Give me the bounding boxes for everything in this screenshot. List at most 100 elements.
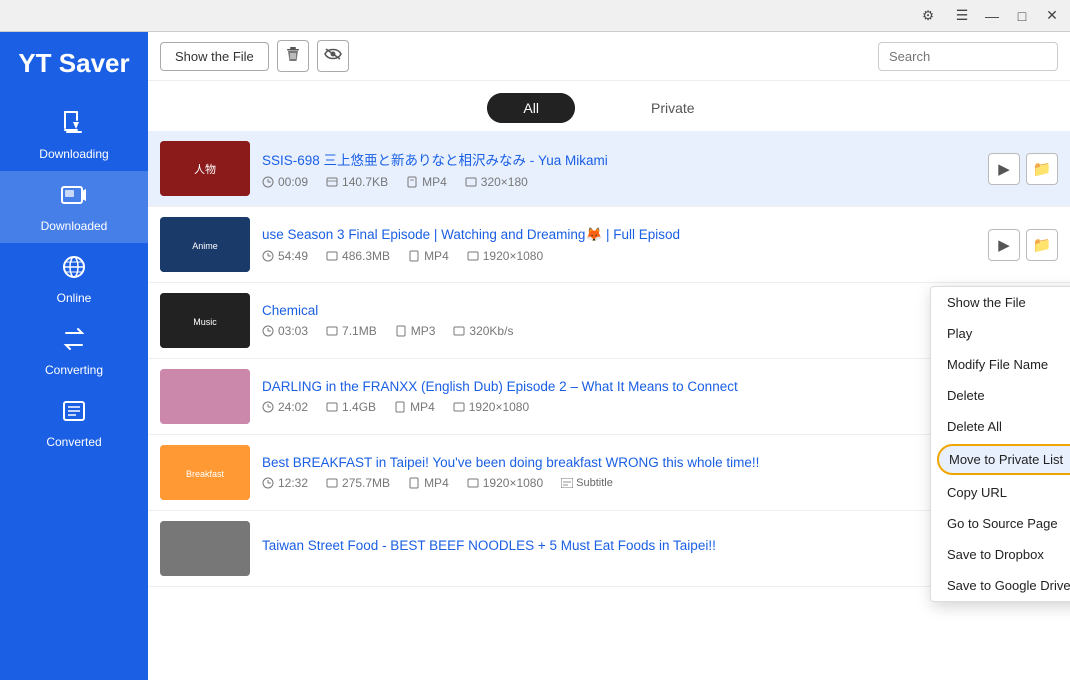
sidebar-item-converting-label: Converting [45,363,103,377]
sidebar-item-online[interactable]: Online [0,243,148,315]
svg-text:人物: 人物 [194,162,216,176]
title-bar-controls: ⚙ ☰ — □ ✕ [914,2,1066,30]
sidebar: YT Saver Downloading [0,32,148,680]
file-title-1: SSIS-698 三上悠亜と新ありなと相沢みなみ - Yua Mikami [262,149,976,169]
ctx-delete-all[interactable]: Delete All [931,411,1070,442]
search-input[interactable] [878,42,1058,71]
list-icon [60,397,88,431]
tab-group: All [487,93,575,123]
size-1: 140.7KB [326,175,388,189]
size-4: 1.4GB [326,400,376,414]
ctx-copy-url[interactable]: Copy URL [931,477,1070,508]
ctx-move-to-private[interactable]: Move to Private List › [937,444,1070,475]
duration-3: 03:03 [262,324,308,338]
file-meta-5: 12:32 275.7MB MP4 1920×1080 [262,476,976,490]
delete-button[interactable] [277,40,309,72]
ctx-save-gdrive[interactable]: Save to Google Drive [931,570,1070,601]
sidebar-item-online-label: Online [57,291,92,305]
resolution-5: 1920×1080 [467,476,543,490]
file-title-2: use Season 3 Final Episode | Watching an… [262,227,976,243]
content-area: Show the File [148,32,1070,680]
ctx-show-file[interactable]: Show the File [931,287,1070,318]
file-info-3: Chemical 03:03 7.1MB MP3 [262,303,976,338]
sidebar-item-downloading-label: Downloading [39,147,108,161]
file-thumbnail-4 [160,369,250,424]
close-icon: ✕ [1046,7,1058,24]
sidebar-item-converted[interactable]: Converted [0,387,148,459]
play-button-1[interactable]: ▶ [988,153,1020,185]
file-info-5: Best BREAKFAST in Taipei! You've been do… [262,455,976,490]
file-thumbnail-2: Anime [160,217,250,272]
file-title-5: Best BREAKFAST in Taipei! You've been do… [262,455,976,470]
download-icon [60,109,88,143]
resolution-4: 1920×1080 [453,400,529,414]
minimize-button[interactable]: — [978,2,1006,30]
format-1: MP4 [406,175,447,189]
file-info-1: SSIS-698 三上悠亜と新ありなと相沢みなみ - Yua Mikami 00… [262,149,976,189]
tab-all[interactable]: All [487,93,575,123]
file-title-3: Chemical [262,303,976,318]
file-thumbnail-1: 人物 [160,141,250,196]
toolbar: Show the File [148,32,1070,81]
duration-1: 00:09 [262,175,308,189]
size-5: 275.7MB [326,476,390,490]
sidebar-item-downloaded[interactable]: Downloaded [0,171,148,243]
file-item-2: Anime use Season 3 Final Episode | Watch… [148,207,1070,283]
sidebar-item-converting[interactable]: Converting [0,315,148,387]
file-item-1: 人物 SSIS-698 三上悠亜と新ありなと相沢みなみ - Yua Mikami… [148,131,1070,207]
ctx-modify-name[interactable]: Modify File Name [931,349,1070,380]
file-meta-1: 00:09 140.7KB MP4 320×180 [262,175,976,189]
show-file-button[interactable]: Show the File [160,42,269,71]
format-4: MP4 [394,400,435,414]
file-actions-1: ▶ 📁 [988,153,1058,185]
file-list: 人物 SSIS-698 三上悠亜と新ありなと相沢みなみ - Yua Mikami… [148,131,1070,680]
hamburger-button[interactable]: ☰ [948,2,976,30]
eye-icon [324,47,342,66]
close-button[interactable]: ✕ [1038,2,1066,30]
format-2: MP4 [408,249,449,263]
ctx-go-to-source[interactable]: Go to Source Page [931,508,1070,539]
tab-private[interactable]: Private [615,93,731,123]
eye-button[interactable] [317,40,349,72]
tabs-container: All Private [148,81,1070,131]
file-meta-4: 24:02 1.4GB MP4 1920×1080 [262,400,976,414]
duration-4: 24:02 [262,400,308,414]
convert-icon [60,325,88,359]
sidebar-item-downloading[interactable]: Downloading [0,99,148,171]
folder-button-2[interactable]: 📁 [1026,229,1058,261]
size-3: 7.1MB [326,324,377,338]
maximize-icon: □ [1018,8,1026,24]
svg-text:Breakfast: Breakfast [186,469,225,479]
maximize-button[interactable]: □ [1008,2,1036,30]
duration-5: 12:32 [262,476,308,490]
gear-icon: ⚙ [922,8,934,24]
ctx-play[interactable]: Play [931,318,1070,349]
sidebar-item-downloaded-label: Downloaded [41,219,108,233]
resolution-2: 1920×1080 [467,249,543,263]
minimize-icon: — [985,8,999,24]
size-2: 486.3MB [326,249,390,263]
file-thumbnail-3: Music [160,293,250,348]
file-meta-2: 54:49 486.3MB MP4 1920×1080 [262,249,976,263]
video-icon [60,181,88,215]
ctx-save-dropbox[interactable]: Save to Dropbox [931,539,1070,570]
ctx-delete[interactable]: Delete [931,380,1070,411]
sidebar-item-converted-label: Converted [46,435,101,449]
file-title-4: DARLING in the FRANXX (English Dub) Epis… [262,379,976,394]
resolution-3: 320Kb/s [453,324,513,338]
settings-button[interactable]: ⚙ [914,2,942,30]
subtitle-badge-5: Subtitle [561,477,613,489]
context-menu: Show the File Play Modify File Name Dele… [930,286,1070,602]
app-layout: YT Saver Downloading [0,32,1070,680]
hamburger-icon: ☰ [956,7,969,24]
file-actions-2: ▶ 📁 [988,229,1058,261]
folder-button-1[interactable]: 📁 [1026,153,1058,185]
svg-text:Music: Music [193,317,217,327]
file-info-4: DARLING in the FRANXX (English Dub) Epis… [262,379,976,414]
file-thumbnail-5: Breakfast [160,445,250,500]
trash-icon [285,46,301,67]
format-5: MP4 [408,476,449,490]
play-button-2[interactable]: ▶ [988,229,1020,261]
duration-2: 54:49 [262,249,308,263]
file-info-2: use Season 3 Final Episode | Watching an… [262,227,976,263]
